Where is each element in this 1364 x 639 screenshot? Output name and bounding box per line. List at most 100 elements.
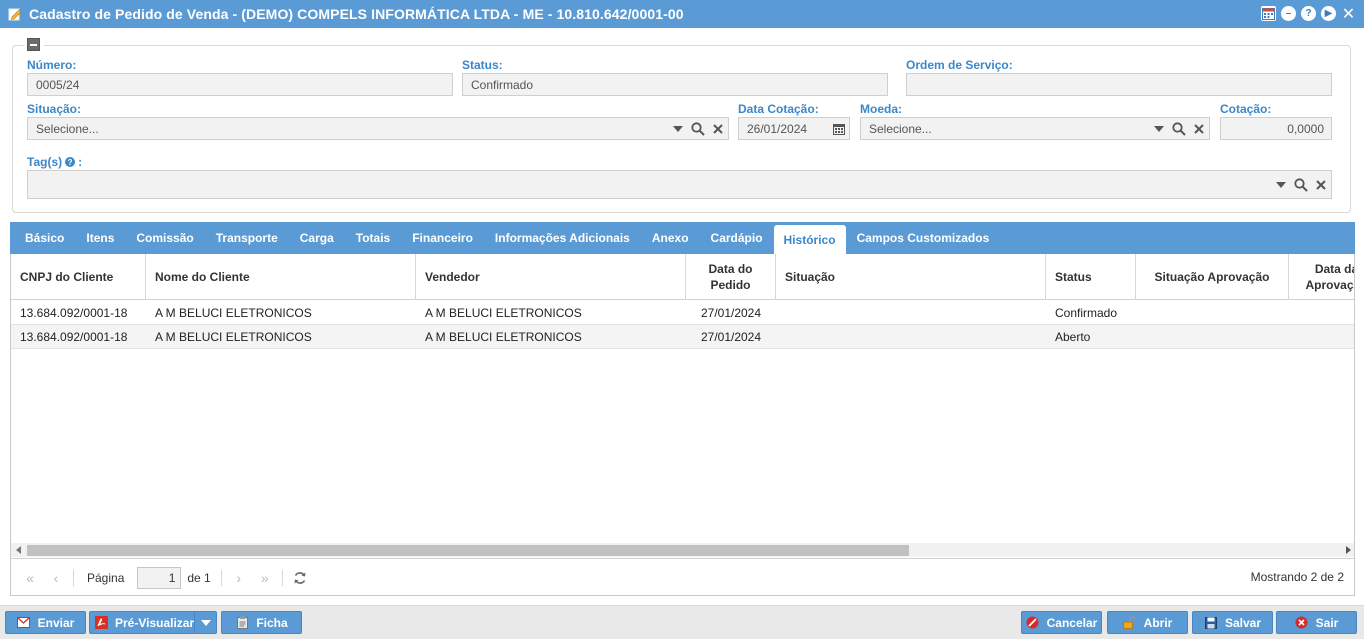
page-number-input[interactable]: 1 [137,566,182,589]
column-header-situacao-aprovacao[interactable]: Situação Aprovação [1136,254,1289,300]
cotacao-field[interactable]: 0,0000 [1220,117,1332,140]
tab-historico[interactable]: Histórico [773,225,846,254]
page-of-label: de 1 [187,570,211,585]
close-icon[interactable]: ✕ [1341,6,1356,23]
tab-informacoes-adicionais[interactable]: Informações Adicionais [484,222,641,254]
table-row[interactable]: 13.684.092/0001-18 A M BELUCI ELETRONICO… [11,325,1354,349]
column-header-vendedor[interactable]: Vendedor [416,254,686,300]
salvar-button[interactable]: Salvar [1192,611,1273,634]
numero-value: 0005/24 [36,77,80,92]
moeda-select[interactable]: Selecione... [860,117,1210,140]
clear-icon[interactable] [1189,118,1209,139]
tab-basico[interactable]: Básico [14,222,75,254]
edit-document-icon [8,7,22,21]
cell-nome-cliente: A M BELUCI ELETRONICOS [155,306,312,320]
tags-select[interactable] [27,170,1332,199]
situacao-placeholder: Selecione... [36,121,99,136]
abrir-label: Abrir [1143,615,1173,630]
next-page-icon[interactable]: › [226,567,252,589]
cotacao-label: Cotação: [1220,102,1272,116]
column-header-situacao[interactable]: Situação [776,254,1046,300]
separator [281,569,283,586]
chevron-down-icon[interactable] [1149,118,1169,139]
help-icon[interactable]: ? [1301,6,1316,21]
cell-situacao-aprovacao [1136,301,1289,325]
refresh-icon[interactable] [287,567,313,589]
cell-data-aprovacao [1289,325,1354,349]
pre-visualizar-button[interactable]: Pré-Visualizar [89,611,217,634]
tab-transporte[interactable]: Transporte [205,222,289,254]
tab-bar: Básico Itens Comissão Transporte Carga T… [10,222,1355,254]
sair-button[interactable]: Sair [1276,611,1357,634]
moeda-placeholder: Selecione... [869,121,932,136]
grid-header: CNPJ do Cliente Nome do Cliente Vendedor… [11,254,1354,300]
first-page-icon[interactable]: « [17,567,43,589]
cancelar-button[interactable]: Cancelar [1021,611,1102,634]
tab-carga[interactable]: Carga [289,222,345,254]
clear-icon[interactable] [1311,174,1331,195]
column-header-data-aprovacao[interactable]: Data da Aprovação [1289,254,1354,300]
data-cotacao-field[interactable]: 26/01/2024 [738,117,850,140]
cell-data-aprovacao [1289,301,1354,325]
abrir-button[interactable]: Abrir [1107,611,1188,634]
cell-status: Confirmado [1055,306,1118,320]
status-field[interactable]: Confirmado [462,73,888,96]
scrollbar-thumb[interactable] [27,545,909,556]
column-header-cnpj[interactable]: CNPJ do Cliente [11,254,146,300]
footer-toolbar: Enviar Pré-Visualizar Ficha Cancelar Abr… [0,605,1364,639]
tab-totais[interactable]: Totais [345,222,401,254]
question-icon[interactable]: ? [65,157,76,167]
play-icon[interactable]: ▶ [1321,6,1336,21]
pdf-icon [94,616,108,630]
last-page-icon[interactable]: » [252,567,278,589]
chevron-down-icon[interactable] [668,118,688,139]
tab-itens[interactable]: Itens [75,222,125,254]
minimize-icon[interactable]: – [1281,6,1296,21]
tab-campos-customizados[interactable]: Campos Customizados [846,222,1001,254]
mail-icon [17,616,31,630]
situacao-label: Situação: [27,102,82,116]
horizontal-scrollbar[interactable] [11,543,1354,557]
save-icon [1204,616,1218,630]
previous-page-icon[interactable]: ‹ [43,567,69,589]
cell-vendedor: A M BELUCI ELETRONICOS [425,330,582,344]
ficha-button[interactable]: Ficha [221,611,302,634]
tab-comissao[interactable]: Comissão [125,222,204,254]
ordem-servico-field[interactable] [906,73,1332,96]
column-header-status[interactable]: Status [1046,254,1136,300]
ordem-servico-label: Ordem de Serviço: [906,58,1013,72]
scroll-left-icon[interactable] [16,546,21,554]
calendar-icon[interactable] [1261,6,1276,21]
search-icon[interactable] [688,118,708,139]
table-row[interactable]: 13.684.092/0001-18 A M BELUCI ELETRONICO… [11,301,1354,325]
history-grid: CNPJ do Cliente Nome do Cliente Vendedor… [10,254,1355,596]
salvar-label: Salvar [1224,615,1262,630]
cancelar-label: Cancelar [1046,615,1098,630]
tab-anexo[interactable]: Anexo [641,222,700,254]
column-header-nome-cliente[interactable]: Nome do Cliente [146,254,416,300]
calendar-icon[interactable] [829,118,849,139]
numero-label: Número: [27,58,77,72]
chevron-down-icon[interactable] [1271,174,1291,195]
clipboard-icon [235,616,249,630]
window-titlebar: Cadastro de Pedido de Venda - (DEMO) COM… [0,0,1364,28]
separator [220,569,222,586]
tags-label-group: Tag(s) ? : [27,155,82,169]
numero-field[interactable]: 0005/24 [27,73,453,96]
chevron-down-icon[interactable] [194,612,216,633]
tags-label-suffix: : [78,155,83,169]
situacao-select[interactable]: Selecione... [27,117,729,140]
tab-financeiro[interactable]: Financeiro [401,222,484,254]
tab-cardapio[interactable]: Cardápio [700,222,774,254]
data-cotacao-label: Data Cotação: [738,102,819,116]
enviar-button[interactable]: Enviar [5,611,86,634]
collapse-fieldset-button[interactable] [27,38,40,51]
column-header-data-pedido[interactable]: Data do Pedido [686,254,776,300]
search-icon[interactable] [1291,174,1311,195]
scroll-right-icon[interactable] [1346,546,1351,554]
status-label: Status: [462,58,503,72]
clear-icon[interactable] [708,118,728,139]
window-title: Cadastro de Pedido de Venda - (DEMO) COM… [29,6,684,22]
cell-nome-cliente: A M BELUCI ELETRONICOS [155,330,312,344]
search-icon[interactable] [1169,118,1189,139]
